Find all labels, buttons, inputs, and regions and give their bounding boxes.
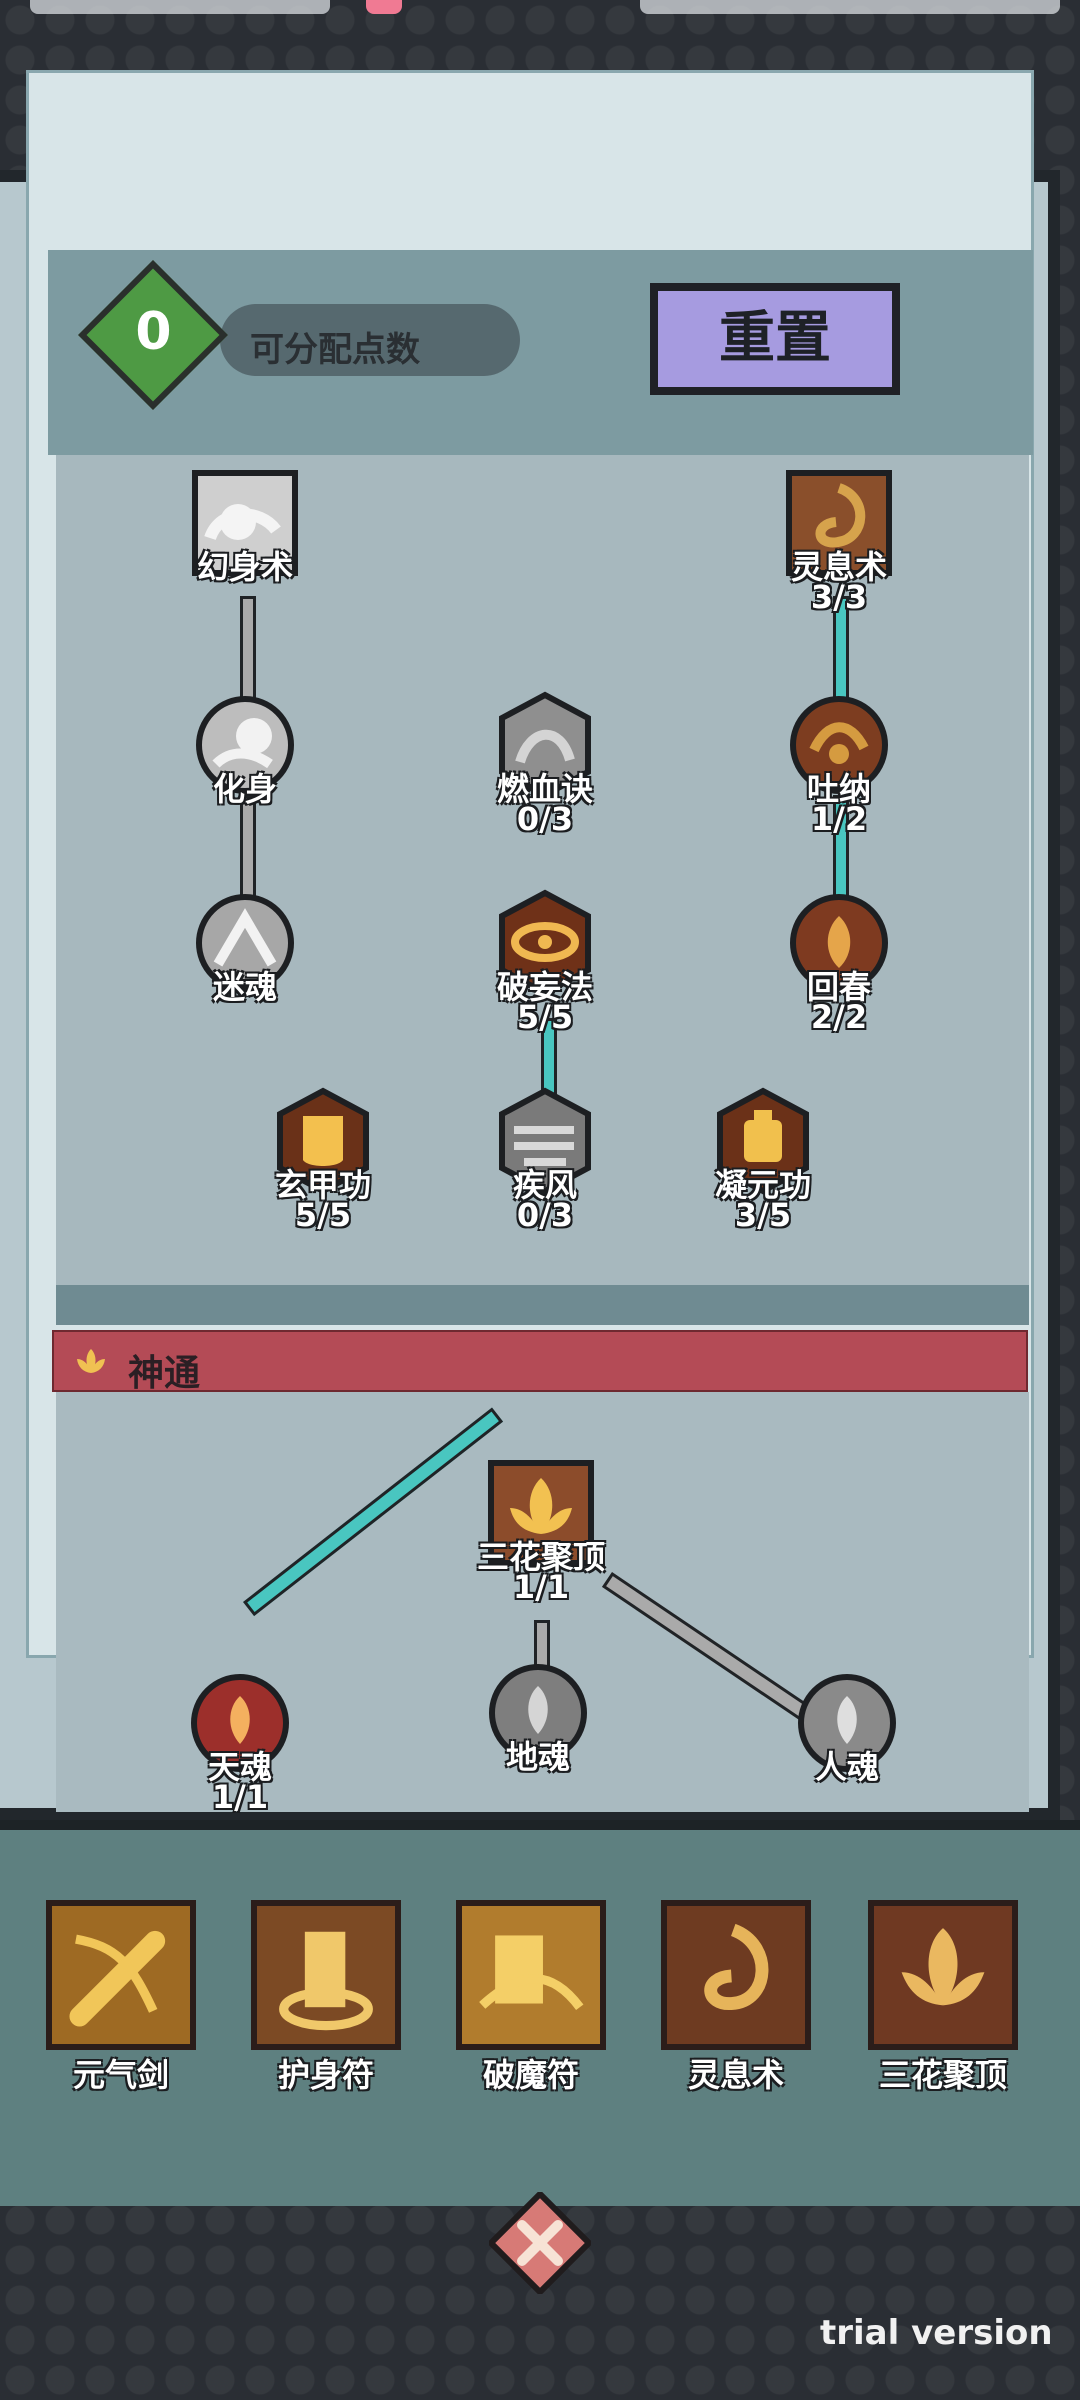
equipped-skill-5[interactable]: 三花聚顶 bbox=[868, 1900, 1018, 2094]
skill-powang[interactable]: 破妄法 5/5 bbox=[470, 878, 620, 1036]
skill-level: 3/5 bbox=[734, 1196, 792, 1234]
reset-button[interactable]: 重置 bbox=[650, 283, 900, 395]
talisman-icon bbox=[251, 1900, 401, 2050]
spirit-breath-icon bbox=[661, 1900, 811, 2050]
skill-name: 幻身术 bbox=[196, 548, 293, 586]
skill-name: 地魂 bbox=[505, 1738, 570, 1776]
skill-mihun[interactable]: 迷魂 bbox=[170, 878, 320, 1028]
equipped-skill-bar: 元气剑 护身符 破魔符 灵息术 三花聚顶 bbox=[0, 1820, 1080, 2206]
skill-level: 1/2 bbox=[810, 800, 868, 838]
skill-level: 0/3 bbox=[516, 1196, 574, 1234]
equipped-skill-label: 三花聚顶 bbox=[878, 2056, 1007, 2094]
skill-level: 5/5 bbox=[516, 998, 574, 1036]
equipped-skill-label: 灵息术 bbox=[687, 2056, 784, 2094]
equipped-skill-4[interactable]: 灵息术 bbox=[661, 1900, 811, 2094]
demon-talisman-icon bbox=[456, 1900, 606, 2050]
equipped-skill-3[interactable]: 破魔符 bbox=[456, 1900, 606, 2094]
section-gap bbox=[56, 1285, 1029, 1325]
skill-level: 1/1 bbox=[211, 1778, 269, 1816]
sword-icon bbox=[46, 1900, 196, 2050]
equipped-skill-label: 元气剑 bbox=[72, 2056, 169, 2094]
skill-level: 5/5 bbox=[294, 1196, 352, 1234]
skill-lingxi[interactable]: 灵息术 3/3 bbox=[764, 458, 914, 616]
skill-huanshen[interactable]: 幻身术 bbox=[170, 458, 320, 608]
skill-level: 1/1 bbox=[512, 1568, 570, 1606]
equipped-skill-label: 破魔符 bbox=[482, 2056, 579, 2094]
divine-section-header: 神通 bbox=[52, 1330, 1028, 1394]
skill-name: 化身 bbox=[212, 770, 277, 808]
skill-huashen[interactable]: 化身 bbox=[170, 680, 320, 830]
skill-jifeng[interactable]: 疾风 0/3 bbox=[470, 1076, 620, 1234]
lotus-icon bbox=[77, 1349, 105, 1373]
available-points-value: 0 bbox=[135, 302, 172, 362]
skill-dihun[interactable]: 地魂 bbox=[463, 1648, 613, 1798]
skill-tuna[interactable]: 吐纳 1/2 bbox=[764, 680, 914, 838]
skill-name: 人魂 bbox=[814, 1748, 879, 1786]
skill-name: 迷魂 bbox=[212, 968, 277, 1006]
close-button[interactable] bbox=[489, 2192, 591, 2294]
skill-level: 2/2 bbox=[810, 998, 868, 1036]
skill-level: 3/3 bbox=[810, 578, 868, 616]
skill-sanhua[interactable]: 三花聚顶 1/1 bbox=[466, 1448, 616, 1606]
skill-ranxue[interactable]: 燃血诀 0/3 bbox=[470, 680, 620, 838]
trial-version-label: trial version bbox=[820, 2313, 1053, 2353]
status-bar bbox=[0, 0, 1080, 30]
skill-tianhun[interactable]: 天魂 1/1 bbox=[165, 1658, 315, 1816]
lotus-skill-icon bbox=[868, 1900, 1018, 2050]
skill-xuanjia[interactable]: 玄甲功 5/5 bbox=[248, 1076, 398, 1234]
available-points-label: 可分配点数 bbox=[250, 330, 420, 370]
skill-level: 0/3 bbox=[516, 800, 574, 838]
equipped-skill-1[interactable]: 元气剑 bbox=[46, 1900, 196, 2094]
divine-section-title: 神通 bbox=[128, 1353, 201, 1394]
equipped-skill-2[interactable]: 护身符 bbox=[251, 1900, 401, 2094]
skill-huichun[interactable]: 回春 2/2 bbox=[764, 878, 914, 1036]
skill-ningyuan[interactable]: 凝元功 3/5 bbox=[688, 1076, 838, 1234]
skill-renhun[interactable]: 人魂 bbox=[772, 1658, 922, 1808]
equipped-skill-label: 护身符 bbox=[277, 2056, 374, 2094]
